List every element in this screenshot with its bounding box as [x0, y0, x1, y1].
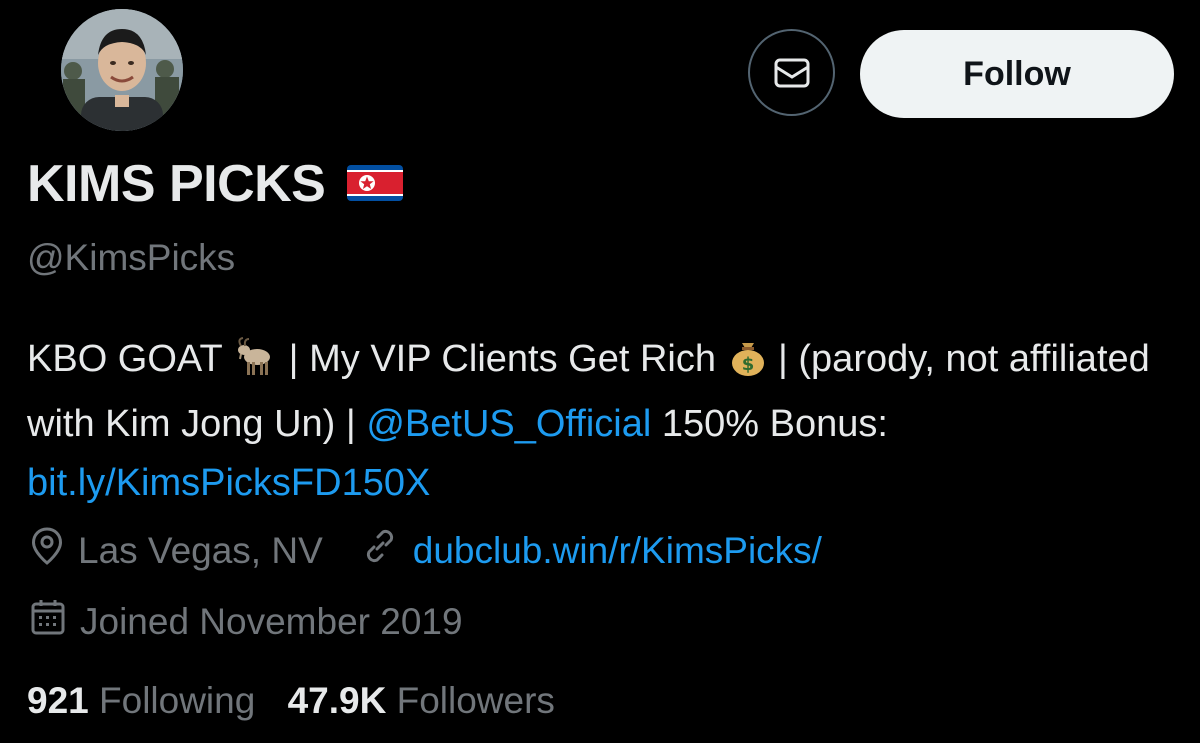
north-korea-flag-icon	[347, 154, 404, 214]
display-name-text: KIMS PICKS	[27, 155, 326, 213]
following-count: 921	[27, 680, 89, 721]
profile-meta-row: Las Vegas, NV dubclub.win/r/KimsPicks/	[30, 526, 822, 575]
website-link[interactable]: dubclub.win/r/KimsPicks/	[413, 530, 822, 572]
avatar-photo	[61, 9, 183, 131]
bio-text: | My VIP Clients Get Rich	[288, 338, 716, 380]
followers-link[interactable]: 47.9K Followers	[288, 680, 555, 721]
svg-text:$: $	[742, 354, 755, 375]
joined-date: Joined November 2019	[80, 600, 463, 642]
envelope-icon	[774, 58, 809, 87]
calendar-icon	[30, 598, 66, 645]
mention-link[interactable]: @BetUS_Official	[366, 403, 651, 445]
avatar[interactable]	[58, 6, 186, 134]
follow-button[interactable]: Follow	[860, 30, 1174, 118]
followers-label: Followers	[396, 680, 555, 721]
bio-text: 150% Bonus:	[661, 403, 888, 445]
goat-icon	[235, 336, 279, 395]
location-text: Las Vegas, NV	[78, 529, 323, 571]
link-icon	[361, 527, 399, 574]
joined-row: Joined November 2019	[30, 598, 463, 645]
user-handle: @KimsPicks	[27, 237, 236, 278]
money-bag-icon: $	[728, 335, 768, 395]
following-link[interactable]: 921 Following	[27, 680, 266, 721]
bio-url-link[interactable]: bit.ly/KimsPicksFD150X	[27, 462, 430, 504]
follow-stats: 921 Following 47.9K Followers	[27, 680, 555, 722]
location-pin-icon	[30, 526, 64, 575]
profile-bio: KBO GOAT | My VIP Clients Get Rich $ | (…	[27, 330, 1187, 513]
display-name: KIMS PICKS	[27, 154, 404, 214]
message-button[interactable]	[748, 29, 835, 116]
followers-count: 47.9K	[287, 680, 387, 721]
bio-text: KBO GOAT	[27, 338, 223, 380]
following-label: Following	[99, 680, 256, 721]
